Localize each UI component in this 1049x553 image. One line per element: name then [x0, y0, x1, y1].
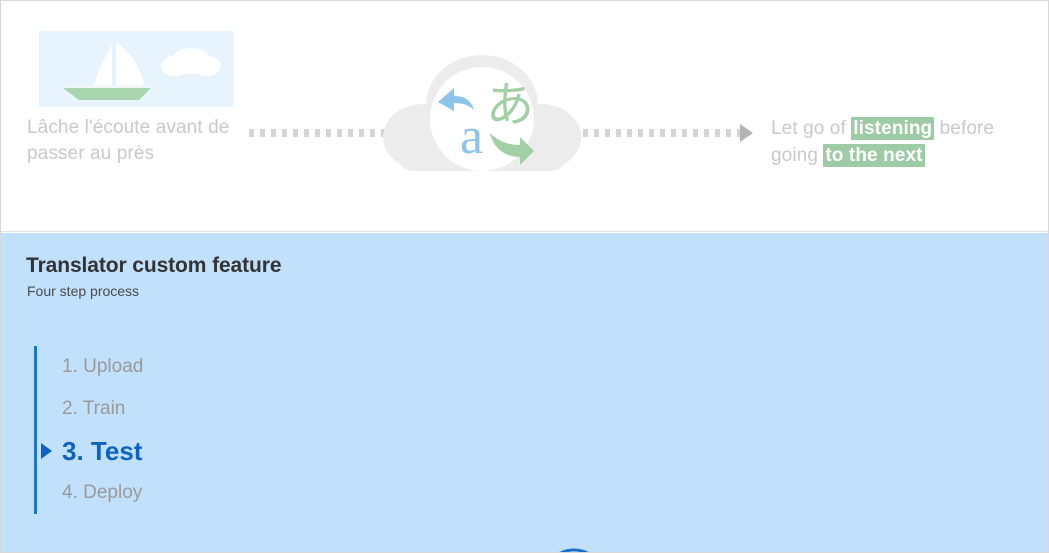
step-item-label: 3. Test — [62, 435, 143, 466]
target-text-highlight: to the next — [823, 144, 925, 167]
target-text-run: Let go of — [771, 118, 852, 139]
page-subtitle: Four step process — [27, 283, 140, 299]
svg-text:あ: あ — [486, 77, 534, 133]
target-text-highlight: listening — [851, 117, 935, 140]
step-list: 1. Upload 2. Train 3. Test 4. Deploy — [34, 346, 284, 514]
translation-flow-panel: Lâche l'écoute avant de passer au près a… — [1, 1, 1048, 232]
translator-custom-feature-graphic: Lâche l'écoute avant de passer au près a… — [0, 0, 1049, 553]
step-item-2[interactable]: 2. Train — [34, 388, 284, 430]
step-item-4[interactable]: 4. Deploy — [34, 472, 284, 514]
svg-text:a: a — [460, 108, 483, 165]
source-text: Lâche l'écoute avant de passer au près — [27, 117, 230, 164]
connector-arrow-right-icon — [740, 124, 753, 142]
page-title: Translator custom feature — [26, 254, 282, 277]
step-item-label: 4. Deploy — [62, 482, 143, 503]
custom-model-tuner-badge-icon: a あ — [542, 548, 606, 552]
custom-feature-panel: Translator custom feature Four step proc… — [1, 233, 1048, 552]
step-item-1[interactable]: 1. Upload — [34, 346, 284, 388]
sailboat-photo — [39, 31, 234, 107]
connector-dots-right — [583, 129, 740, 137]
step-active-marker-icon — [41, 443, 52, 459]
step-item-label: 2. Train — [62, 398, 126, 419]
step-item-3[interactable]: 3. Test — [34, 430, 284, 472]
translator-cloud-icon: a あ — [378, 45, 586, 193]
target-text: Let go of listening before going to the … — [771, 115, 1033, 169]
step-item-label: 1. Upload — [62, 356, 144, 377]
